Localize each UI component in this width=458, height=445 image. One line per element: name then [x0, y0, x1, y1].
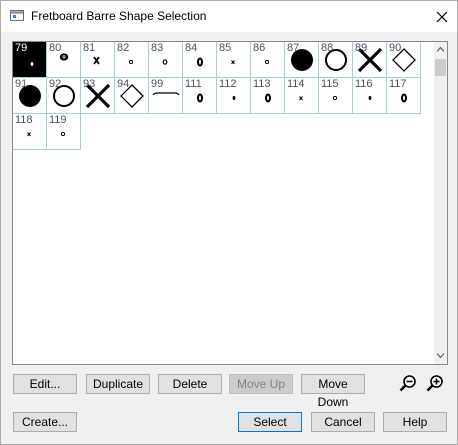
- shape-cell[interactable]: 88: [319, 42, 353, 78]
- shape-cell[interactable]: 114: [285, 78, 319, 114]
- scrollbar-thumb[interactable]: [435, 59, 446, 76]
- shape-list[interactable]: 79 80 81 82 83 84 85 86 87 88 89 90 91 92 93 94 99 111 112…: [12, 41, 448, 365]
- shape-number: 115: [321, 78, 339, 90]
- shape-number: 116: [355, 78, 373, 90]
- close-icon[interactable]: [432, 7, 452, 27]
- shape-number: 85: [219, 42, 232, 54]
- shape-number: 118: [15, 114, 33, 126]
- shape-number: 114: [287, 78, 305, 90]
- shape-number: 79: [15, 42, 28, 54]
- move-down-button[interactable]: Move Down: [301, 374, 365, 409]
- shape-cell[interactable]: 90: [387, 42, 421, 78]
- shape-number: 80: [49, 42, 62, 54]
- shape-cell[interactable]: 89: [353, 42, 387, 78]
- shape-cell[interactable]: 85: [217, 42, 251, 78]
- shape-cell[interactable]: 117: [387, 78, 421, 114]
- shape-number: 112: [219, 78, 237, 90]
- shape-number: 81: [83, 42, 96, 54]
- shape-cell[interactable]: 118: [13, 114, 47, 150]
- zoom-out-icon[interactable]: [398, 374, 418, 394]
- shape-number: 113: [253, 78, 271, 90]
- shape-number: 88: [321, 42, 334, 54]
- select-button[interactable]: Select: [238, 412, 302, 432]
- window-icon: [10, 10, 24, 21]
- window-title: Fretboard Barre Shape Selection: [31, 9, 207, 23]
- shape-cell[interactable]: 113: [251, 78, 285, 114]
- shape-cell[interactable]: 93: [81, 78, 115, 114]
- shape-number: 84: [185, 42, 198, 54]
- shape-cell[interactable]: 92: [47, 78, 81, 114]
- shape-cell[interactable]: 94: [115, 78, 149, 114]
- shape-number: 87: [287, 42, 300, 54]
- duplicate-button[interactable]: Duplicate: [86, 374, 150, 394]
- shape-cell[interactable]: 83: [149, 42, 183, 78]
- shape-cell[interactable]: 115: [319, 78, 353, 114]
- shape-cell[interactable]: 82: [115, 42, 149, 78]
- shape-cell[interactable]: 91: [13, 78, 47, 114]
- shape-number: 82: [117, 42, 130, 54]
- shape-cell[interactable]: 119: [47, 114, 81, 150]
- shape-cell[interactable]: 80: [47, 42, 81, 78]
- shape-number: 99: [151, 78, 164, 90]
- move-up-button[interactable]: Move Up: [229, 374, 293, 394]
- shape-cell[interactable]: 79: [13, 42, 47, 78]
- shape-number: 92: [49, 78, 62, 90]
- shape-cell[interactable]: 99: [149, 78, 183, 114]
- scroll-down-arrow-icon[interactable]: [437, 353, 444, 358]
- scroll-up-arrow-icon[interactable]: [437, 47, 444, 52]
- vertical-scrollbar[interactable]: [434, 42, 447, 364]
- shape-number: 83: [151, 42, 164, 54]
- delete-button[interactable]: Delete: [158, 374, 222, 394]
- shape-cell[interactable]: 86: [251, 42, 285, 78]
- shape-number: 90: [389, 42, 402, 54]
- shape-number: 94: [117, 78, 130, 90]
- dialog-window: Fretboard Barre Shape Selection 79 80 81 82…: [0, 0, 458, 445]
- shape-cell[interactable]: 84: [183, 42, 217, 78]
- shape-number: 117: [389, 78, 407, 90]
- shape-number: 119: [49, 114, 67, 126]
- shape-number: 93: [83, 78, 96, 90]
- shape-number: 86: [253, 42, 266, 54]
- shape-number: 89: [355, 42, 368, 54]
- shape-cell[interactable]: 112: [217, 78, 251, 114]
- shape-cell[interactable]: 81: [81, 42, 115, 78]
- help-button[interactable]: Help: [383, 412, 447, 432]
- shape-number: 91: [15, 78, 28, 90]
- title-bar[interactable]: Fretboard Barre Shape Selection: [1, 1, 457, 32]
- zoom-in-icon[interactable]: [425, 374, 445, 394]
- create-button[interactable]: Create...: [13, 412, 77, 432]
- shape-cell[interactable]: 111: [183, 78, 217, 114]
- shape-cell[interactable]: 116: [353, 78, 387, 114]
- shape-cell[interactable]: 87: [285, 42, 319, 78]
- shape-number: 111: [185, 78, 202, 90]
- shape-grid: 79 80 81 82 83 84 85 86 87 88 89 90 91 92 93 94 99 111 112…: [13, 42, 433, 364]
- edit-button[interactable]: Edit...: [13, 374, 77, 394]
- cancel-button[interactable]: Cancel: [311, 412, 375, 432]
